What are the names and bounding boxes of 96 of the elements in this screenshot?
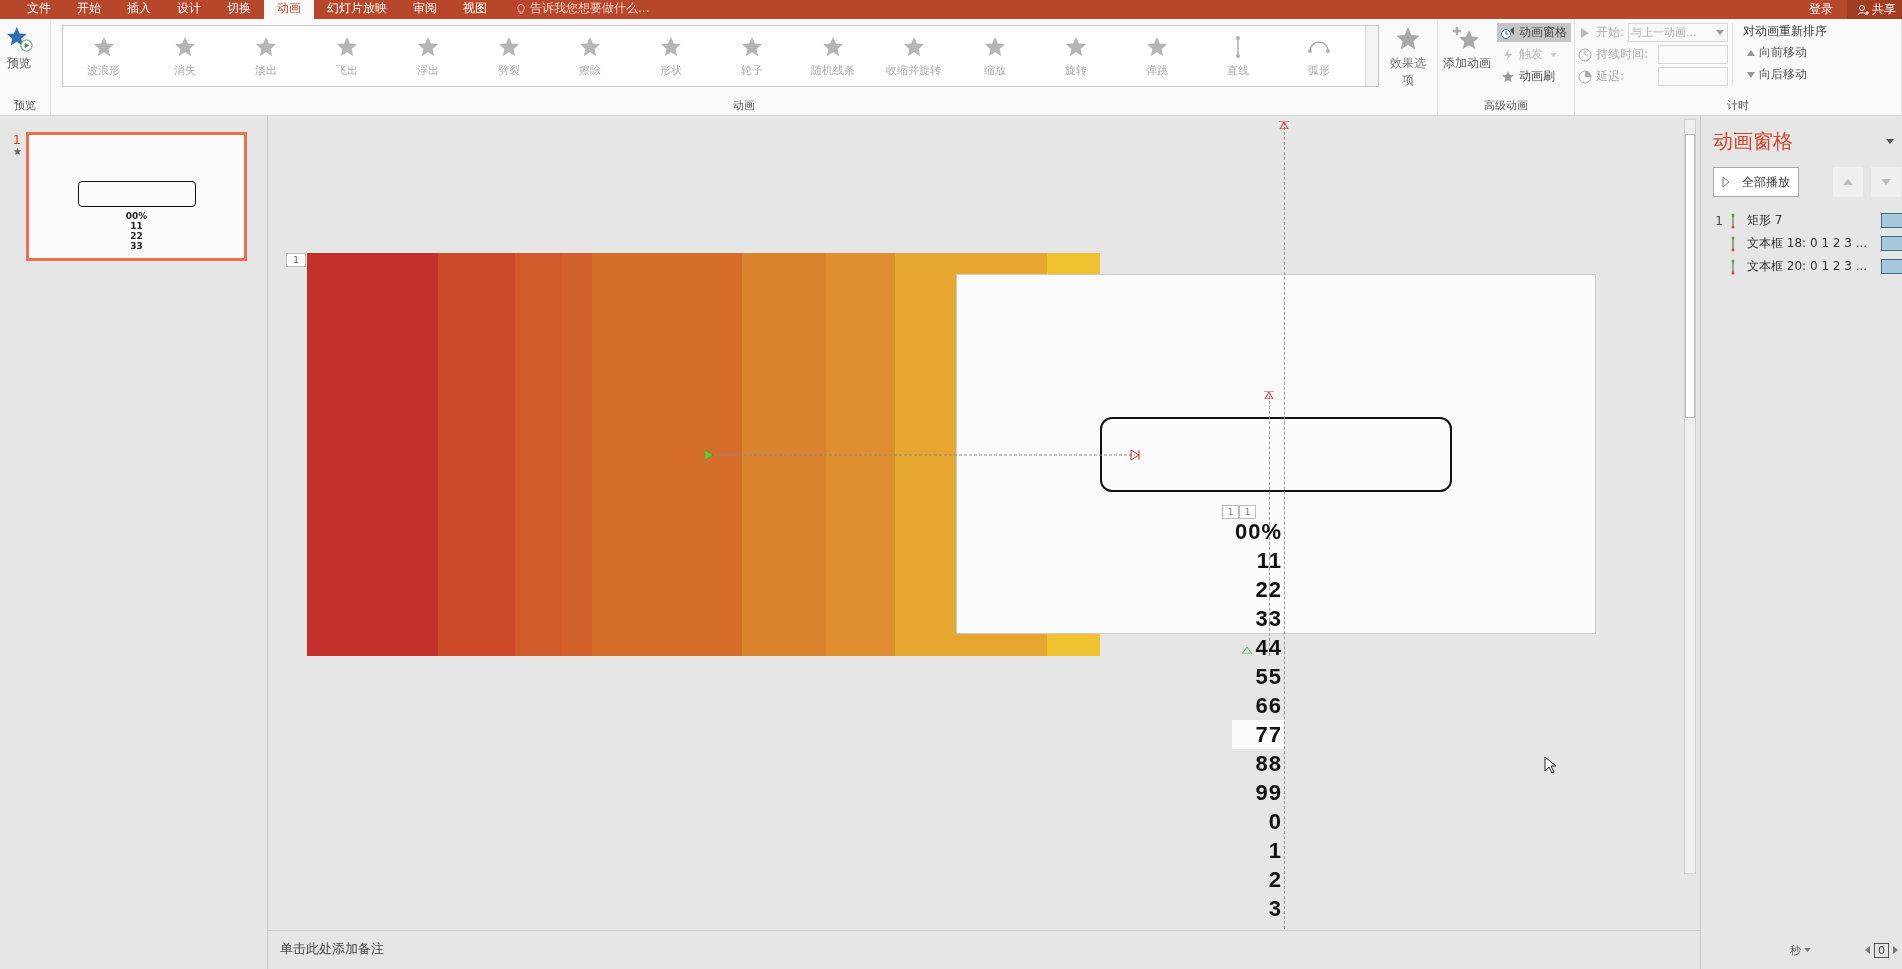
- ribbon-tab[interactable]: 文件: [14, 0, 64, 19]
- group-label: 预览: [13, 99, 37, 114]
- star-icon: [12, 147, 22, 156]
- add-animation-button[interactable]: 添加动画: [1441, 23, 1493, 74]
- with-previous-icon: [1731, 212, 1735, 229]
- ribbon-tab[interactable]: 开始: [64, 0, 114, 19]
- down-triangle-icon: [1881, 179, 1891, 185]
- person-icon: [1857, 3, 1869, 16]
- number-text: 0: [1268, 808, 1283, 836]
- gallery-scrollbar[interactable]: [1364, 26, 1378, 86]
- down-triangle-icon: [1747, 71, 1755, 78]
- number-text: 22: [1255, 576, 1283, 604]
- dropdown-arrow-icon: [1716, 30, 1724, 35]
- share-button[interactable]: 共享: [1847, 0, 1902, 19]
- number-text: 44: [1255, 634, 1283, 662]
- number-text: 2: [1268, 866, 1283, 894]
- pane-title: 动画窗格: [1713, 128, 1793, 155]
- thumbnail-text: 33: [130, 241, 143, 251]
- lightbulb-icon: [516, 3, 526, 16]
- number-text: 55: [1255, 663, 1283, 691]
- number-text: 33: [1255, 605, 1283, 633]
- caret-icon: [1550, 52, 1557, 57]
- start-marker-icon: [1241, 646, 1253, 654]
- move-earlier-button[interactable]: 向前移动: [1743, 43, 1827, 62]
- sign-in-link[interactable]: 登录: [1809, 1, 1833, 18]
- slide-number: 1: [12, 132, 22, 147]
- sequence-number: 1: [1714, 213, 1723, 228]
- up-triangle-icon: [1843, 179, 1853, 185]
- ribbon-tab[interactable]: 动画: [264, 0, 314, 19]
- animation-tag: 1: [286, 253, 306, 267]
- clock-icon: [1578, 47, 1592, 62]
- end-marker-icon: [1263, 391, 1275, 399]
- timeline-bar: [1881, 213, 1902, 228]
- delay-label: 延迟:: [1596, 68, 1625, 85]
- play-icon: [1722, 176, 1730, 188]
- ribbon-tab[interactable]: 幻灯片放映: [314, 0, 400, 19]
- clock-icon: [1578, 69, 1592, 84]
- thumbnail-text: 22: [130, 231, 143, 241]
- number-text: 88: [1255, 750, 1283, 778]
- move-later-button[interactable]: 向后移动: [1743, 65, 1827, 84]
- play-all-button[interactable]: 全部播放: [1713, 167, 1799, 197]
- number-text: 11: [1256, 547, 1283, 575]
- delay-field[interactable]: [1658, 67, 1728, 86]
- thumbnail-text: 11: [130, 221, 143, 231]
- timeline-bar: [1881, 259, 1902, 274]
- ribbon-tab[interactable]: 审阅: [400, 0, 450, 19]
- with-previous-icon: [1731, 258, 1735, 275]
- animation-pane-button[interactable]: 动画窗格: [1497, 23, 1571, 42]
- move-down-button[interactable]: [1871, 167, 1901, 197]
- animation-item[interactable]: 文本框 20: 0 1 2 3 ...: [1747, 258, 1875, 275]
- right-arrow-icon[interactable]: [1893, 946, 1898, 954]
- group-label: 高级动画: [1483, 99, 1529, 114]
- search-field[interactable]: 告诉我您想要做什么...: [530, 0, 650, 19]
- vertical-scrollbar[interactable]: [1684, 119, 1696, 874]
- thumbnail-text: 00%: [125, 211, 148, 221]
- number-text: 3: [1268, 895, 1283, 923]
- ribbon-tab[interactable]: 视图: [450, 0, 500, 19]
- mouse-cursor-icon: [1544, 756, 1556, 774]
- up-triangle-icon: [1747, 49, 1755, 56]
- caret-icon: [1804, 948, 1811, 952]
- number-text: 77: [1231, 720, 1284, 749]
- duration-label: 持续时间:: [1596, 46, 1649, 63]
- start-label: 开始:: [1596, 24, 1625, 41]
- effect-options-button[interactable]: 效果选项: [1382, 23, 1434, 91]
- ribbon-tab[interactable]: 设计: [164, 0, 214, 19]
- animation-item[interactable]: 矩形 7: [1747, 212, 1875, 229]
- ribbon-tab[interactable]: 切换: [214, 0, 264, 19]
- slide-thumbnail[interactable]: 00% 11 22 33: [26, 132, 247, 261]
- number-text: 66: [1255, 692, 1283, 720]
- with-previous-icon: [1731, 235, 1735, 252]
- left-arrow-icon[interactable]: [1865, 946, 1870, 954]
- number-text: 99: [1255, 779, 1283, 807]
- clock-icon: [1501, 25, 1515, 40]
- animation-tag: 1: [1239, 505, 1256, 519]
- reorder-title: 对动画重新排序: [1743, 23, 1827, 40]
- animation-tag: 1: [1222, 505, 1239, 519]
- zoom-value: 0: [1874, 942, 1889, 958]
- preview-button[interactable]: 预览: [3, 23, 35, 74]
- number-text: 1: [1268, 837, 1283, 865]
- timeline-bar: [1881, 236, 1902, 251]
- group-label: 计时: [1726, 99, 1750, 114]
- animation-painter-button[interactable]: 动画刷: [1497, 67, 1571, 86]
- animation-item[interactable]: 文本框 18: 0 1 2 3 ...: [1747, 235, 1875, 252]
- end-marker-icon: [1278, 121, 1290, 129]
- star-play-icon: [5, 25, 33, 53]
- move-up-button[interactable]: [1833, 167, 1863, 197]
- dropdown-arrow-icon[interactable]: [1886, 139, 1894, 144]
- arc-icon: [1306, 40, 1331, 53]
- notes-field[interactable]: 单击此处添加备注: [268, 930, 1700, 969]
- line-icon: [1235, 34, 1240, 59]
- ribbon-tab[interactable]: 插入: [114, 0, 164, 19]
- time-unit-dropdown[interactable]: 秒: [1790, 942, 1811, 958]
- lightning-icon: [1501, 47, 1515, 62]
- number-text: 00%: [1234, 518, 1283, 546]
- group-label: 动画: [732, 99, 756, 114]
- duration-field[interactable]: [1658, 45, 1728, 64]
